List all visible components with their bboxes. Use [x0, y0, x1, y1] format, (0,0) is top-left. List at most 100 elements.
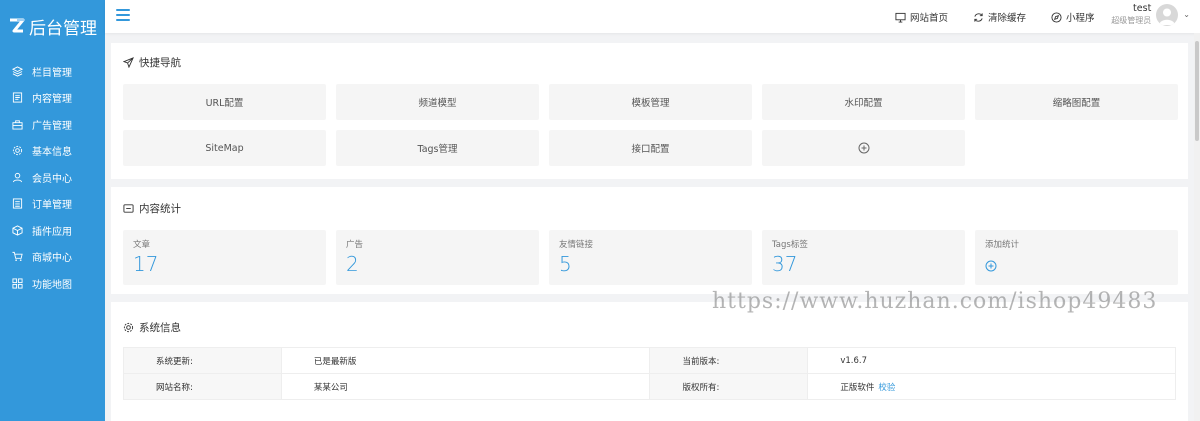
system-info-title-text: 系统信息: [139, 322, 181, 334]
license-text: 正版软件: [840, 382, 875, 393]
table-cell: 系统更新:: [123, 347, 282, 374]
site-home-label: 网站首页: [910, 13, 949, 24]
user-text: test 超级管理员: [1111, 3, 1151, 26]
nav-api-config[interactable]: 接口配置: [549, 130, 752, 166]
clear-cache-link[interactable]: 清除缓存: [973, 10, 1026, 24]
chevron-down-icon: ⌄: [1183, 10, 1190, 19]
sidebar-item-label: 广告管理: [32, 120, 72, 132]
list-icon: [12, 198, 23, 209]
nav-tags-manage[interactable]: Tags管理: [336, 130, 539, 166]
logo[interactable]: 后台管理: [0, 0, 105, 52]
sidebar-item-label: 内容管理: [32, 94, 72, 106]
sidebar-item-basic-info[interactable]: 基本信息: [0, 138, 105, 165]
logo-text: 后台管理: [29, 18, 97, 39]
stat-value: 17: [133, 252, 159, 276]
nav-sitemap[interactable]: SiteMap: [123, 130, 326, 166]
sidebar-item-label: 订单管理: [32, 200, 72, 212]
sidebar-item-members[interactable]: 会员中心: [0, 164, 105, 191]
mini-program-label: 小程序: [1066, 13, 1095, 24]
stat-label: 广告: [346, 240, 364, 250]
table-cell: 当前版本:: [649, 347, 809, 374]
stat-ads[interactable]: 广告 2: [336, 230, 539, 285]
user-role: 超级管理员: [1111, 16, 1152, 25]
stat-label: 文章: [133, 240, 151, 250]
sidebar-item-content[interactable]: 内容管理: [0, 85, 105, 112]
stat-tags[interactable]: Tags标签 37: [762, 230, 965, 285]
top-header: 网站首页 清除缓存 小程序 test 超级管理员 ⌄: [105, 0, 1200, 33]
stat-value: 5: [559, 252, 572, 276]
clear-cache-label: 清除缓存: [988, 13, 1027, 24]
table-cell: v1.6.7: [807, 347, 1176, 374]
compass-icon: [1051, 11, 1062, 23]
layers-icon: [12, 66, 23, 77]
settings-icon: [12, 146, 23, 156]
sidebar-item-ads[interactable]: 广告管理: [0, 111, 105, 138]
nav-channel-model[interactable]: 频道模型: [336, 84, 539, 120]
table-cell: 某某公司: [280, 373, 651, 400]
sidebar-item-function-map[interactable]: 功能地图: [0, 270, 105, 297]
plus-circle-icon: [985, 260, 997, 272]
table-cell: 正版软件 校验: [807, 373, 1176, 400]
stat-label: Tags标签: [772, 240, 808, 250]
table-cell: 网站名称:: [123, 373, 282, 400]
stat-add[interactable]: 添加统计: [975, 230, 1178, 285]
cube-icon: [12, 225, 23, 236]
mini-program-link[interactable]: 小程序: [1051, 10, 1095, 24]
sidebar-item-label: 栏目管理: [32, 67, 72, 79]
table-row: 网站名称: 某某公司 版权所有: 正版软件 校验: [123, 373, 1176, 400]
table-cell: 已是最新版: [280, 347, 651, 374]
sidebar-item-label: 商城中心: [32, 253, 72, 265]
plus-circle-icon: [858, 142, 869, 154]
site-home-link[interactable]: 网站首页: [895, 10, 948, 24]
scrollbar-thumb[interactable]: [1195, 41, 1199, 141]
logo-icon: [10, 18, 25, 33]
sidebar-item-label: 功能地图: [32, 279, 72, 291]
content-stats-title-text: 内容统计: [139, 203, 181, 215]
sidebar-item-label: 会员中心: [32, 173, 72, 185]
send-icon: [123, 57, 134, 68]
avatar-icon: [1159, 8, 1176, 25]
avatar: [1156, 3, 1179, 26]
nav-url-config[interactable]: URL配置: [123, 84, 326, 120]
stat-articles[interactable]: 文章 17: [123, 230, 326, 285]
stat-add-label: 添加统计: [985, 240, 1020, 250]
content-stats-title: 内容统计: [123, 201, 181, 216]
stats-icon: [123, 204, 134, 213]
nav-add-button[interactable]: [762, 130, 965, 166]
stat-value: 37: [772, 252, 798, 276]
sidebar-item-orders[interactable]: 订单管理: [0, 191, 105, 218]
cart-icon: [12, 252, 23, 262]
gear-icon: [123, 322, 134, 333]
system-info-table: 系统更新: 已是最新版 当前版本: v1.6.7 网站名称: 某某公司 版权所有…: [123, 347, 1176, 400]
stat-friend-links[interactable]: 友情链接 5: [549, 230, 752, 285]
stat-value: 2: [346, 252, 359, 276]
system-info-title: 系统信息: [123, 320, 181, 335]
system-info-panel: 系统信息 系统更新: 已是最新版 当前版本: v1.6.7 网站名称: 某某公司…: [111, 302, 1188, 421]
refresh-icon: [974, 12, 983, 22]
table-row: 系统更新: 已是最新版 当前版本: v1.6.7: [123, 347, 1176, 374]
nav-template-manage[interactable]: 模板管理: [549, 84, 752, 120]
sidebar-menu: 栏目管理 内容管理 广告管理 基本信息 会员中心 订单管理 插件应用 商城中心: [0, 58, 105, 297]
user-name: test: [1133, 3, 1152, 14]
user-menu[interactable]: test 超级管理员 ⌄: [1111, 3, 1190, 26]
nav-thumbnail-config[interactable]: 缩略图配置: [975, 84, 1178, 120]
quick-nav-panel: 快捷导航 URL配置 频道模型 模板管理 水印配置 缩略图配置 SiteMap …: [111, 43, 1188, 179]
nav-watermark-config[interactable]: 水印配置: [762, 84, 965, 120]
monitor-icon: [895, 12, 906, 23]
menu-toggle-icon[interactable]: [116, 9, 130, 22]
sidebar-item-column[interactable]: 栏目管理: [0, 58, 105, 85]
sidebar: 后台管理 栏目管理 内容管理 广告管理 基本信息 会员中心 订单管理 插件应用 …: [0, 0, 105, 421]
sidebar-item-mall[interactable]: 商城中心: [0, 244, 105, 271]
content-stats-panel: 内容统计 文章 17 广告 2 友情链接 5 Tags标签 37 添加统计: [111, 187, 1188, 294]
stat-label: 友情链接: [559, 240, 594, 250]
quick-nav-title-text: 快捷导航: [139, 57, 181, 69]
sidebar-item-label: 插件应用: [32, 226, 72, 238]
table-cell: 版权所有:: [649, 373, 809, 400]
sidebar-item-plugins[interactable]: 插件应用: [0, 217, 105, 244]
grid-icon: [12, 278, 23, 289]
briefcase-icon: [12, 120, 23, 130]
scrollbar[interactable]: [1194, 33, 1200, 421]
verify-link[interactable]: 校验: [878, 383, 895, 393]
user-icon: [12, 172, 23, 183]
quick-nav-title: 快捷导航: [123, 55, 181, 70]
